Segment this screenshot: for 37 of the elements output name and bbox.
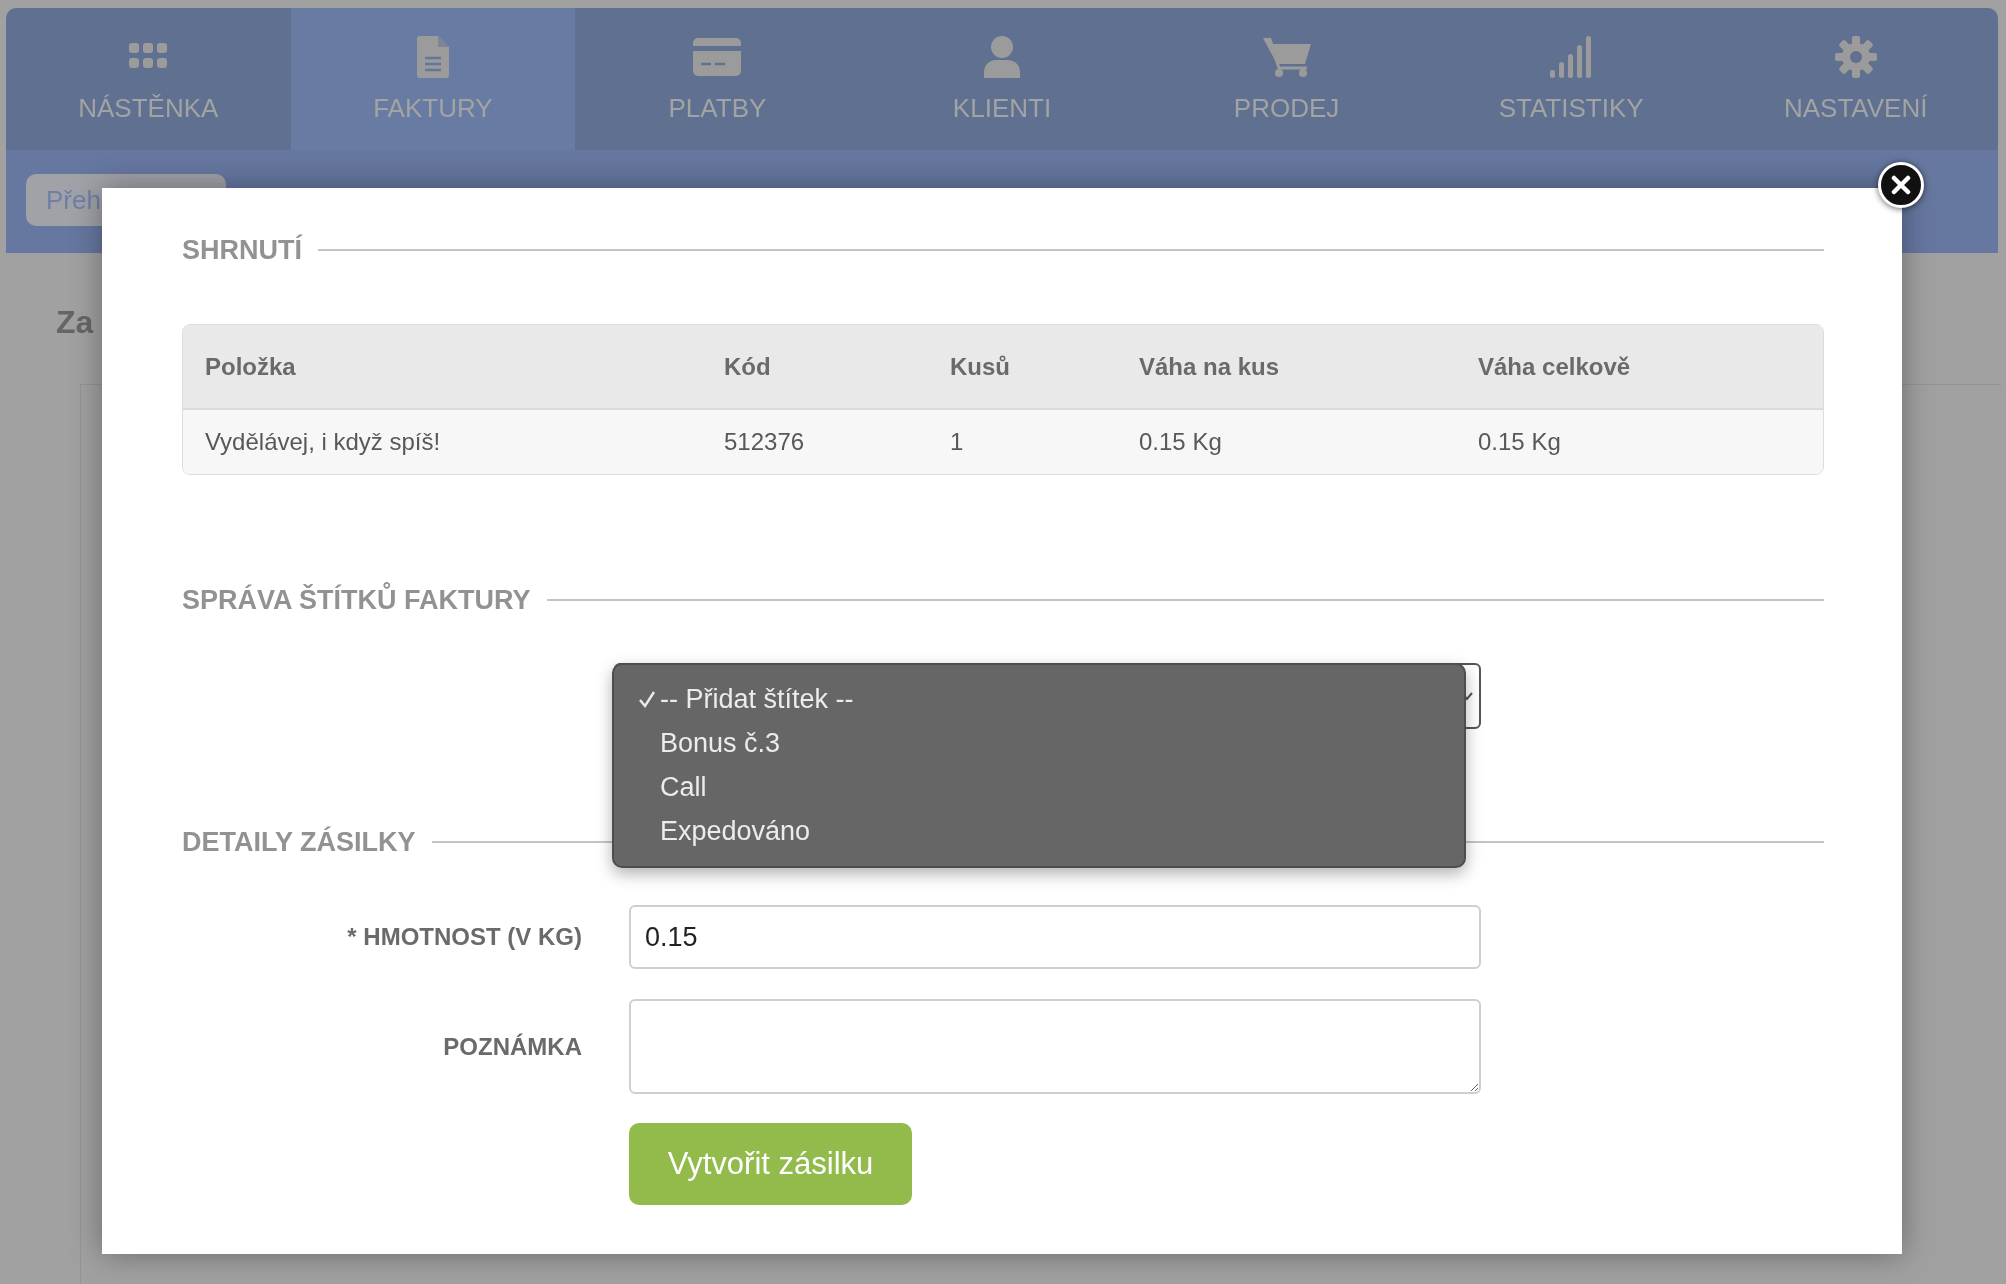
table-cell-text: 0.15 Kg (1139, 428, 1223, 456)
table-cell-text: Vydělávej, i když spíš! (205, 428, 442, 456)
settings-icon (1834, 35, 1877, 78)
create-shipment-button[interactable]: Vytvořit zásilku (629, 1123, 912, 1205)
column-header: Kód (724, 352, 772, 381)
column-header: Kusů (950, 352, 1011, 381)
column-header: Položka (205, 352, 297, 381)
table-cell-text: 512376 (724, 428, 806, 456)
table-cell-text: 0.15 Kg (1478, 428, 1562, 456)
nav-tab[interactable]: NÁSTĚNKA (6, 8, 291, 150)
table-cell-text: 1 (950, 428, 965, 456)
dropdown-option[interactable]: Expedováno (614, 809, 1464, 854)
nav-tab[interactable]: KLIENTI (859, 8, 1145, 150)
section-title: SPRÁVA ŠTÍTKŮ FAKTURY (182, 584, 531, 616)
nav-tab[interactable]: STATISTIKY (1428, 8, 1714, 150)
card-icon (693, 37, 742, 76)
person-icon (984, 35, 1020, 78)
section-title: DETAILY ZÁSILKY (182, 826, 416, 858)
dropdown-option[interactable]: -- Přidat štítek -- (614, 677, 1464, 722)
dropdown-option[interactable]: Bonus č.3 (614, 721, 1464, 766)
section-title: SHRNUTÍ (182, 234, 302, 266)
document-icon (416, 35, 449, 78)
nav-tab[interactable]: PRODEJ (1144, 8, 1429, 150)
column-header: Váha na kus (1139, 352, 1281, 381)
nav-tab[interactable]: NASTAVENÍ (1713, 8, 1998, 150)
page-heading: Za (56, 304, 94, 341)
cart-icon (1262, 35, 1311, 78)
grid-icon (129, 42, 168, 71)
close-icon (1891, 175, 1911, 195)
weight-field[interactable]: 0.15 (629, 905, 1481, 969)
field-label: POZNÁMKA (442, 1032, 582, 1061)
nav-tab[interactable]: PLATBY (575, 8, 860, 150)
signal-bars-icon (1550, 35, 1593, 78)
field-label: * HMOTNOST (V KG) (346, 923, 582, 951)
nav-tab[interactable]: FAKTURY (290, 8, 576, 150)
column-header: Váha celkově (1478, 352, 1632, 381)
dropdown-option[interactable]: Call (614, 765, 1464, 810)
